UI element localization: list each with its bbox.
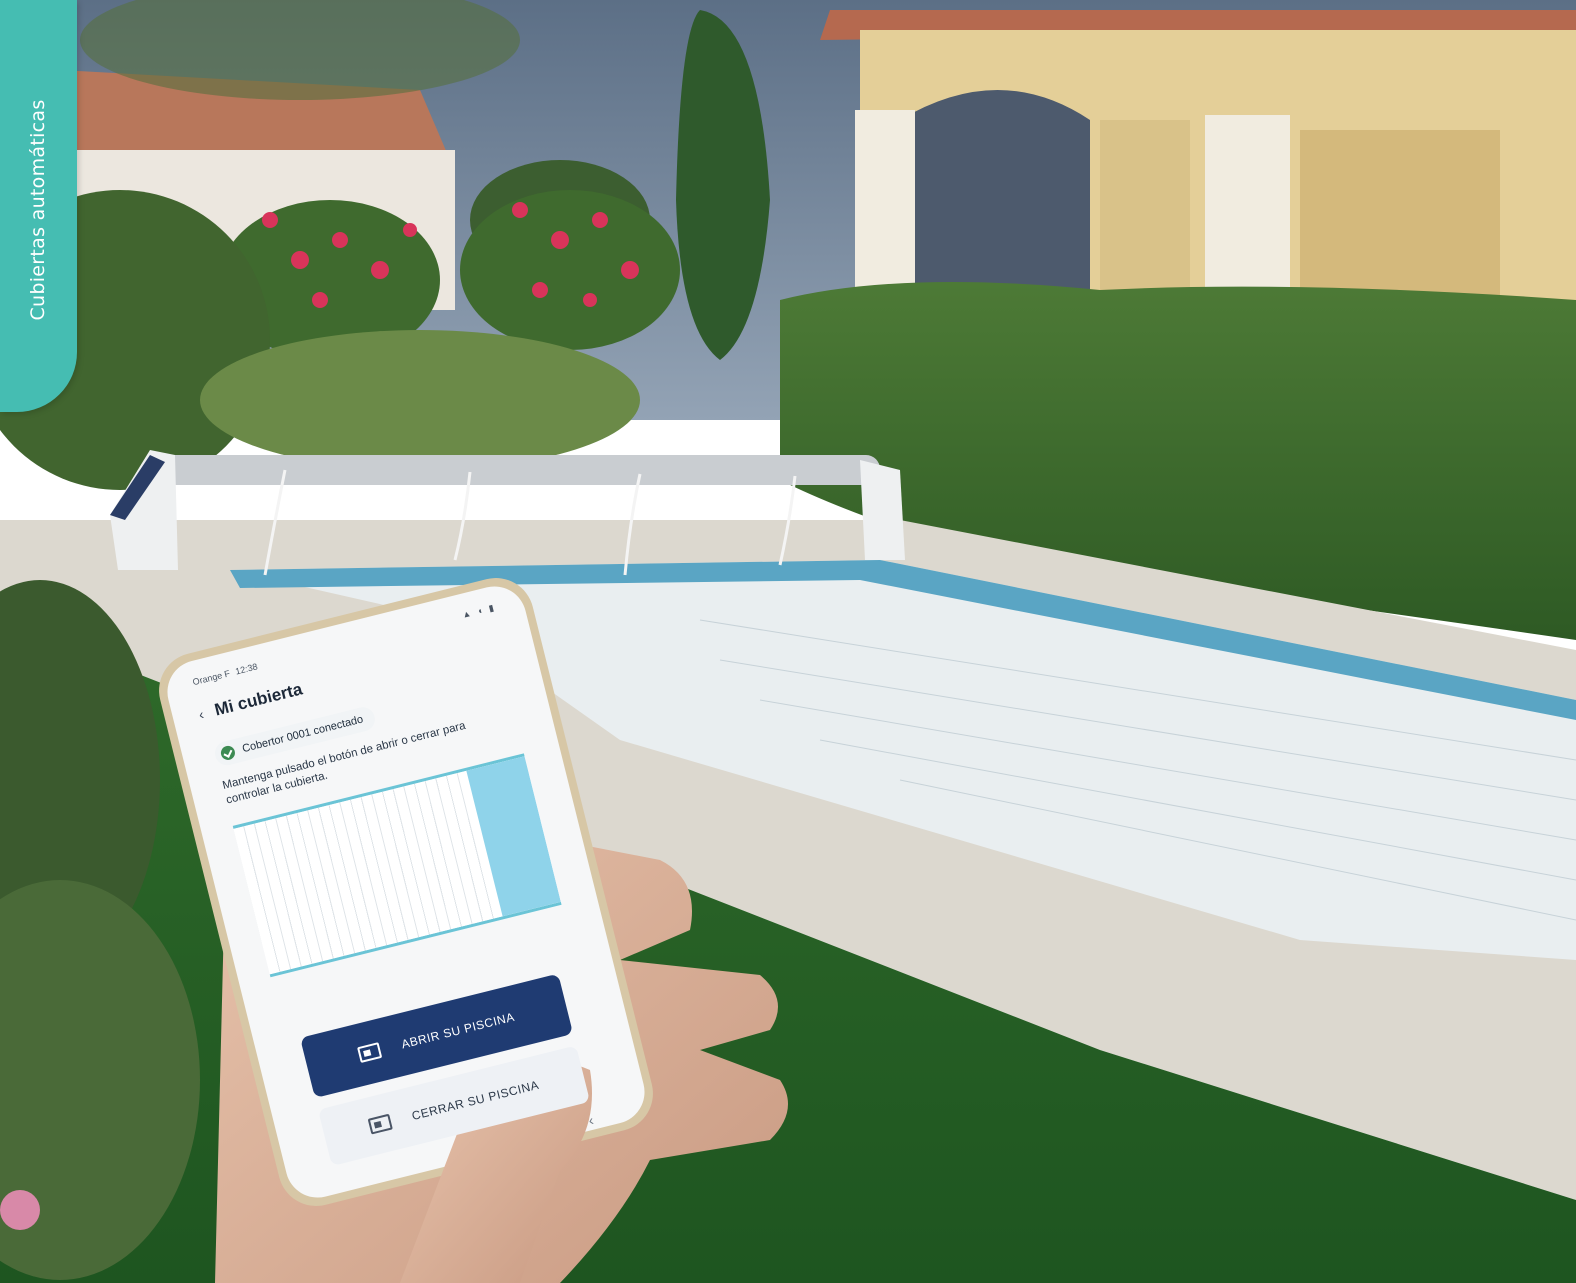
background-photo	[0, 0, 1576, 1283]
screen-title: Mi cubierta	[212, 679, 305, 720]
scene-illustration	[0, 0, 1576, 1283]
connected-check-icon	[219, 744, 237, 762]
pool-close-icon	[367, 1113, 393, 1135]
close-pool-label: CERRAR SU PISCINA	[410, 1077, 541, 1123]
time-text: 12:38	[234, 661, 259, 677]
category-side-tab[interactable]: Cubiertas automáticas	[0, 0, 77, 412]
category-label: Cubiertas automáticas	[27, 99, 49, 321]
nav-back-icon[interactable]: ‹	[587, 1112, 595, 1129]
pool-open-icon	[357, 1042, 383, 1063]
chevron-left-icon[interactable]: ‹	[197, 706, 205, 723]
status-icons: ▲ ◖ ▮	[461, 601, 497, 621]
carrier-text: Orange F	[191, 668, 231, 688]
open-pool-label: ABRIR SU PISCINA	[399, 1009, 516, 1052]
cover-slats	[233, 770, 503, 975]
